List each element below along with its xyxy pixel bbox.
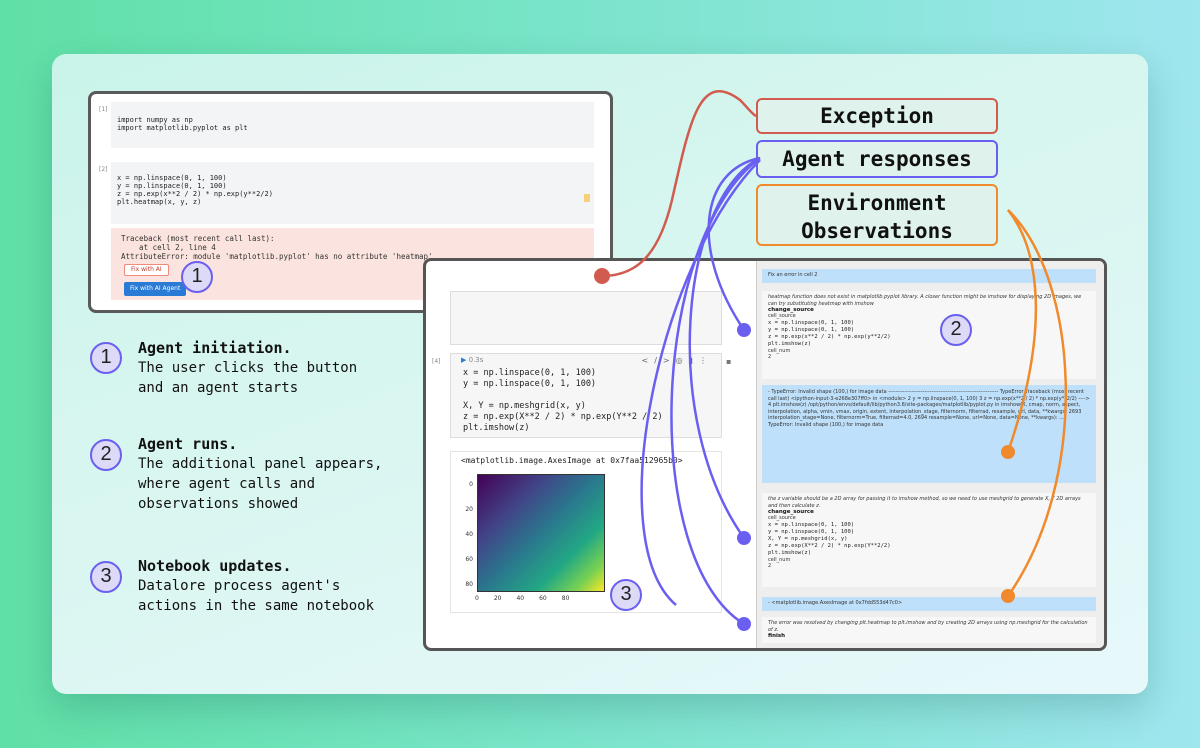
x-tick: 60	[539, 595, 547, 602]
final-text: The error was resolved by changing plt.h…	[768, 620, 1088, 633]
cell-code: x = np.linspace(0, 1, 100) y = np.linspa…	[463, 368, 663, 433]
fix-with-ai-agent-button[interactable]: Fix with AI Agent	[124, 282, 187, 296]
code-icon[interactable]: </>	[642, 356, 676, 365]
agent-response-2: the z variable should be a 2D array for …	[762, 493, 1096, 587]
more-icon[interactable]: ⋮	[699, 356, 713, 365]
step-marker-1: 1	[181, 261, 213, 293]
x-tick-labels: 0 20 40 60 80	[475, 595, 569, 602]
cell-output: <matplotlib.image.AxesImage at 0x7faa512…	[450, 451, 722, 613]
cell-number: [2]	[99, 166, 108, 173]
y-tick: 60	[465, 556, 473, 563]
y-tick-labels: 0 20 40 60 80	[463, 472, 473, 597]
step-title: Notebook updates.	[138, 557, 292, 575]
step-3: Notebook updates. Datalore process agent…	[138, 556, 374, 616]
x-tick: 0	[475, 595, 479, 602]
ai-icon[interactable]: ◎	[676, 356, 689, 365]
step-title: Agent runs.	[138, 435, 238, 453]
step-circle-1: 1	[90, 342, 122, 374]
step-2: Agent runs. The additional panel appears…	[138, 434, 382, 514]
legend-env-line1: Environment	[807, 191, 947, 215]
arg-value: 2	[768, 563, 772, 569]
heatmap-image	[477, 474, 605, 592]
step-description: Datalore process agent's actions in the …	[138, 578, 375, 614]
code-cell-fixed[interactable]: ▶ 0.3s </>◎▮⋮ x = np.linspace(0, 1, 100)…	[450, 353, 722, 438]
x-tick: 20	[493, 595, 502, 602]
code-cell-imports[interactable]: import numpy as np import matplotlib.pyp…	[111, 102, 594, 148]
step-circle-2: 2	[90, 439, 122, 471]
agent-response-1: heatmap function does not exist in matpl…	[762, 291, 1096, 379]
cell-toolbar: ▶ 0.3s	[461, 356, 483, 364]
traceback-text: Traceback (most recent call last): at ce…	[121, 234, 433, 261]
legend-exception: Exception	[756, 98, 998, 134]
cell-actions: </>◎▮⋮	[642, 356, 714, 365]
legend-env-line2: Observations	[801, 219, 953, 243]
response-code: x = np.linspace(0, 1, 100) y = np.linspa…	[768, 319, 891, 347]
step-title: Agent initiation.	[138, 339, 292, 357]
step-description: The user clicks the button and an agent …	[138, 360, 358, 396]
response-text: heatmap function does not exist in matpl…	[768, 294, 1082, 307]
y-tick: 0	[469, 481, 473, 488]
step-1: Agent initiation. The user clicks the bu…	[138, 338, 357, 398]
notebook-agent-window: [4] ▶ 0.3s </>◎▮⋮ x = np.linspace(0, 1, …	[423, 258, 1107, 651]
cell-code: x = np.linspace(0, 1, 100) y = np.linspa…	[117, 174, 273, 206]
environment-observation-1: - TypeError: Invalid shape (100,) for im…	[762, 385, 1096, 483]
cell-number: [1]	[99, 106, 108, 113]
x-tick: 80	[561, 595, 570, 602]
legend-agent-responses: Agent responses	[756, 140, 998, 178]
import-cell	[450, 291, 722, 345]
environment-observation-2: - <matplotlib.image.AxesImage at 0x7fdd5…	[762, 597, 1096, 611]
exec-time: 0.3s	[468, 356, 484, 364]
legend-environment-observations: Environment Observations	[756, 184, 998, 246]
cell-code: import numpy as np import matplotlib.pyp…	[117, 116, 248, 132]
delete-icon[interactable]: ▮	[689, 356, 699, 365]
cell-marker	[584, 194, 590, 202]
cell-number: [4]	[432, 358, 441, 365]
comment-icon[interactable]: ▪	[726, 357, 731, 366]
finish-label: finish	[768, 633, 786, 639]
observation-text: - <matplotlib.image.AxesImage at 0x7fdd5…	[768, 600, 903, 606]
step-marker-3: 3	[610, 579, 642, 611]
y-tick: 40	[465, 531, 473, 538]
code-cell-heatmap[interactable]: x = np.linspace(0, 1, 100) y = np.linspa…	[111, 162, 594, 224]
step-description: The additional panel appears, where agen…	[138, 456, 383, 512]
output-repr: <matplotlib.image.AxesImage at 0x7faa512…	[461, 456, 683, 465]
agent-final: The error was resolved by changing plt.h…	[762, 617, 1096, 643]
x-tick: 40	[516, 595, 525, 602]
agent-prompt: Fix an error in cell 2	[762, 269, 1096, 283]
fix-with-ai-button[interactable]: Fix with AI	[124, 264, 169, 276]
run-icon[interactable]: ▶	[461, 356, 466, 364]
observation-text: - TypeError: Invalid shape (100,) for im…	[768, 389, 1090, 428]
step-circle-3: 3	[90, 561, 122, 593]
y-tick: 20	[465, 506, 473, 513]
y-tick: 80	[465, 581, 473, 588]
response-code: x = np.linspace(0, 1, 100) y = np.linspa…	[768, 521, 891, 556]
agent-panel: Fix an error in cell 2 heatmap function …	[756, 261, 1104, 648]
prompt-text: Fix an error in cell 2	[768, 272, 818, 278]
response-text: the z variable should be a 2D array for …	[768, 496, 1081, 509]
step-marker-2: 2	[940, 314, 972, 346]
plot-area: 0 20 40 60 80 0 20 40 60 80	[465, 474, 607, 602]
arg-value: 2	[768, 354, 772, 360]
